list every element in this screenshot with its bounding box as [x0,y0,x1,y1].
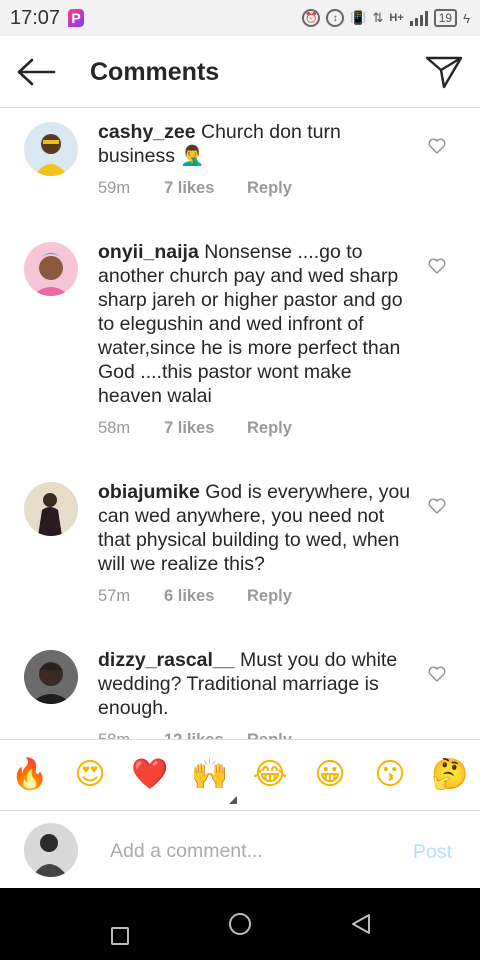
avatar[interactable] [24,482,78,536]
raised-hands-emoji-button[interactable]: 🙌 [190,754,230,794]
reply-button[interactable]: Reply [247,179,292,198]
nav-back-icon[interactable] [350,912,372,936]
heart-icon[interactable] [428,498,446,514]
reply-button[interactable]: Reply [247,419,292,438]
heart-icon[interactable] [428,666,446,682]
comment-time: 58m [98,419,131,437]
back-arrow-icon[interactable] [16,56,56,88]
data-saver-icon: ↕ [326,9,345,27]
charging-icon: ϟ [463,10,470,26]
comments-list[interactable]: cashy_zee Church don turn business 🤦‍♂️ … [0,109,480,739]
add-comment-bar: Post [0,811,480,888]
status-time: 17:07 [10,6,61,29]
home-icon[interactable] [229,913,251,935]
comment-text: Nonsense ....go to another church pay an… [98,241,403,407]
app-notification-icon: P [68,9,85,27]
comment-username[interactable]: obiajumike [98,481,200,503]
heart-icon[interactable] [428,258,446,274]
reply-button[interactable]: Reply [247,587,292,606]
vibrate-icon: 📳 [350,10,367,25]
heart-icon[interactable] [428,138,446,154]
comment-time: 58m [98,731,164,739]
comment-time: 59m [98,179,131,197]
current-user-avatar [24,823,78,877]
comment-likes[interactable]: 6 likes [164,587,247,606]
fire-emoji-button[interactable]: 🔥 [10,754,50,794]
avatar[interactable] [24,650,78,704]
signal-icon [409,10,428,26]
data-transfer-icon: ⇅ [372,10,384,25]
battery-level: 19 [433,9,458,27]
recent-apps-icon[interactable] [111,927,129,945]
comment-likes[interactable]: 12 likes [164,731,247,739]
tears-of-joy-emoji-button[interactable]: 😂 [250,754,290,794]
page-title: Comments [90,58,220,86]
comment-likes[interactable]: 7 likes [164,419,247,438]
grinning-emoji-button[interactable]: 😀 [310,754,350,794]
emoji-quick-bar: 🔥 😍 ❤️ 🙌 😂 😀 😗 🤔 [0,739,480,811]
reply-button[interactable]: Reply [247,731,292,739]
comment-time: 57m [98,587,131,605]
comment-likes[interactable]: 7 likes [164,179,247,198]
heart-eyes-emoji-button[interactable]: 😍 [70,754,110,794]
comment-username[interactable]: dizzy_rascal__ [98,649,235,671]
emoji-picker-indicator-icon [229,796,237,804]
avatar[interactable] [24,122,78,176]
network-type-label: H+ [389,12,404,24]
avatar[interactable] [24,242,78,296]
status-bar: 17:07 P ⏰ ↕ 📳 ⇅ H+ 19 ϟ [0,0,480,36]
alarm-icon: ⏰ [302,9,321,27]
post-button[interactable]: Post [413,841,452,864]
kissing-emoji-button[interactable]: 😗 [370,754,410,794]
comment-input[interactable] [108,835,402,867]
direct-share-icon[interactable] [424,54,464,90]
comment-username[interactable]: cashy_zee [98,121,196,143]
header: Comments [0,36,480,108]
comment-username[interactable]: onyii_naija [98,241,199,263]
thinking-emoji-button[interactable]: 🤔 [430,754,470,794]
red-heart-emoji-button[interactable]: ❤️ [130,754,170,794]
